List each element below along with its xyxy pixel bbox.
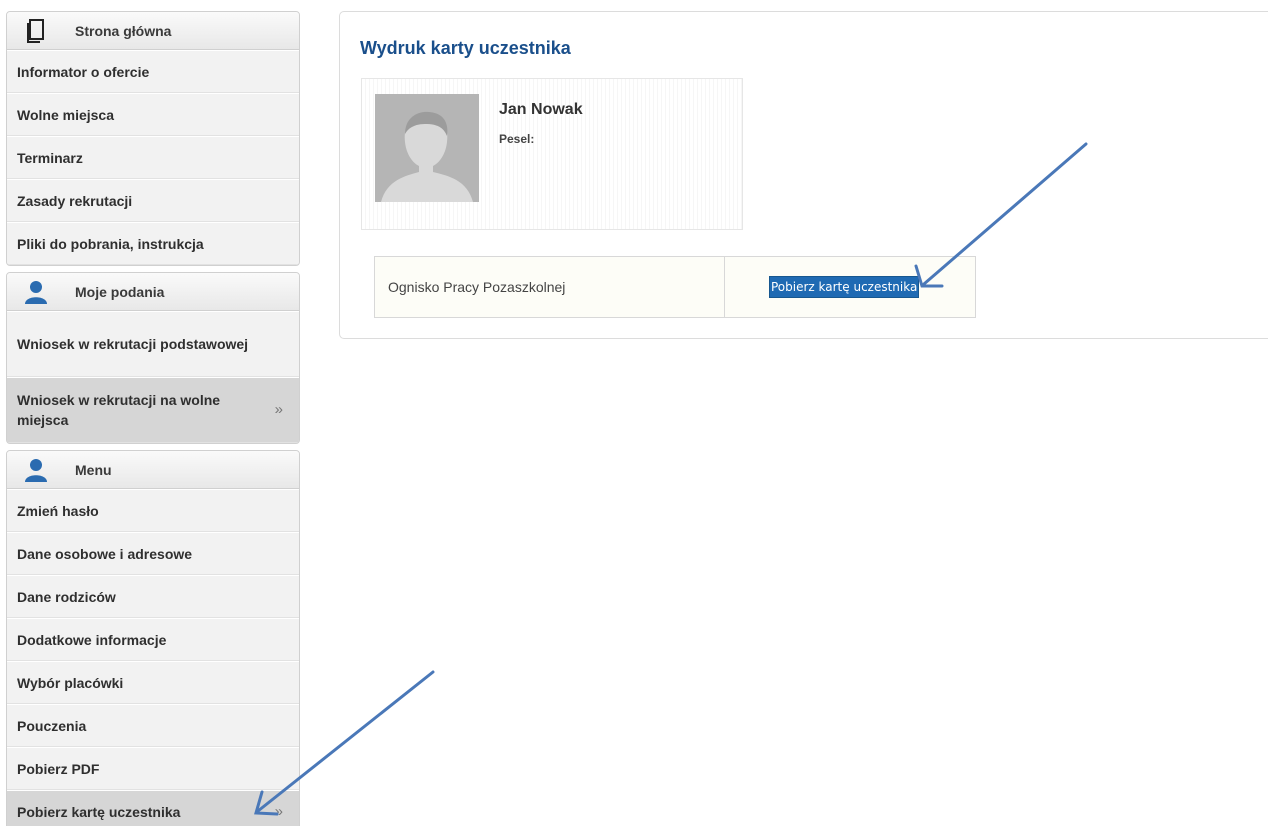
- chevron-right-icon: »: [274, 401, 283, 418]
- institution-name: Ognisko Pracy Pozaszkolnej: [375, 257, 725, 317]
- sidebar-item-label: Wniosek w rekrutacji na wolne miejsca: [17, 392, 221, 428]
- panel-header-moje-podania[interactable]: Moje podania: [7, 273, 299, 311]
- action-cell: Pobierz kartę uczestnika: [725, 257, 975, 317]
- sidebar-item-label: Terminarz: [17, 149, 83, 166]
- sidebar-item-pliki[interactable]: Pliki do pobrania, instrukcja: [7, 222, 299, 265]
- panel-home: Strona główna Informator o ofercie Wolne…: [6, 11, 300, 266]
- sidebar-item-wybor-placowki[interactable]: Wybór placówki: [7, 661, 299, 704]
- sidebar: Strona główna Informator o ofercie Wolne…: [6, 11, 300, 826]
- sidebar-item-label: Zasady rekrutacji: [17, 192, 133, 209]
- user-icon: [23, 457, 49, 483]
- download-card-button[interactable]: Pobierz kartę uczestnika: [769, 276, 920, 298]
- panel-moje-podania: Moje podania Wniosek w rekrutacji podsta…: [6, 272, 300, 444]
- participant-name: Jan Nowak: [499, 101, 583, 118]
- sidebar-item-label: Pobierz kartę uczestnika: [17, 803, 181, 820]
- panel-title: Menu: [75, 461, 112, 478]
- sidebar-item-label: Dodatkowe informacje: [17, 631, 167, 648]
- sidebar-item-label: Pliki do pobrania, instrukcja: [17, 235, 204, 252]
- sidebar-item-label: Wolne miejsca: [17, 106, 115, 123]
- sidebar-item-dane-rodzicow[interactable]: Dane rodziców: [7, 575, 299, 618]
- document-icon: [23, 18, 49, 44]
- sidebar-item-label: Informator o ofercie: [17, 63, 150, 80]
- panel-title: Strona główna: [75, 22, 172, 39]
- pesel-label: Pesel:: [499, 132, 535, 146]
- chevron-right-icon: »: [274, 803, 283, 820]
- sidebar-item-zasady[interactable]: Zasady rekrutacji: [7, 179, 299, 222]
- avatar: [375, 94, 479, 202]
- institution-table: Ognisko Pracy Pozaszkolnej Pobierz kartę…: [374, 256, 976, 318]
- profile-box: Jan Nowak Pesel:: [361, 78, 743, 230]
- panel-title: Moje podania: [75, 283, 165, 300]
- sidebar-item-zmien-haslo[interactable]: Zmień hasło: [7, 489, 299, 532]
- sidebar-item-label: Pobierz PDF: [17, 760, 100, 777]
- sidebar-item-pobierz-karte[interactable]: Pobierz kartę uczestnika »: [7, 790, 299, 826]
- page-title: Wydruk karty uczestnika: [360, 38, 571, 58]
- sidebar-item-label: Dane osobowe i adresowe: [17, 545, 193, 562]
- sidebar-item-informator[interactable]: Informator o ofercie: [7, 50, 299, 93]
- sidebar-item-terminarz[interactable]: Terminarz: [7, 136, 299, 179]
- sidebar-item-wniosek-podstawowy[interactable]: Wniosek w rekrutacji podstawowej: [7, 311, 299, 377]
- panel-header-home[interactable]: Strona główna: [7, 12, 299, 50]
- panel-header-menu[interactable]: Menu: [7, 451, 299, 489]
- sidebar-item-pouczenia[interactable]: Pouczenia: [7, 704, 299, 747]
- sidebar-item-pobierz-pdf[interactable]: Pobierz PDF: [7, 747, 299, 790]
- sidebar-item-wniosek-wolne[interactable]: Wniosek w rekrutacji na wolne miejsca »: [7, 377, 299, 443]
- sidebar-item-label: Dane rodziców: [17, 588, 116, 605]
- panel-menu: Menu Zmień hasło Dane osobowe i adresowe…: [6, 450, 300, 826]
- sidebar-item-wolne-miejsca[interactable]: Wolne miejsca: [7, 93, 299, 136]
- user-icon: [23, 279, 49, 305]
- person-silhouette-icon: [375, 94, 479, 202]
- sidebar-item-dane-osobowe[interactable]: Dane osobowe i adresowe: [7, 532, 299, 575]
- sidebar-item-label: Pouczenia: [17, 717, 87, 734]
- sidebar-item-label: Wniosek w rekrutacji podstawowej: [17, 336, 249, 352]
- sidebar-item-dodatkowe[interactable]: Dodatkowe informacje: [7, 618, 299, 661]
- sidebar-item-label: Wybór placówki: [17, 674, 124, 691]
- sidebar-item-label: Zmień hasło: [17, 502, 99, 519]
- main-card: Wydruk karty uczestnika Jan Nowak Pesel:…: [339, 11, 1268, 339]
